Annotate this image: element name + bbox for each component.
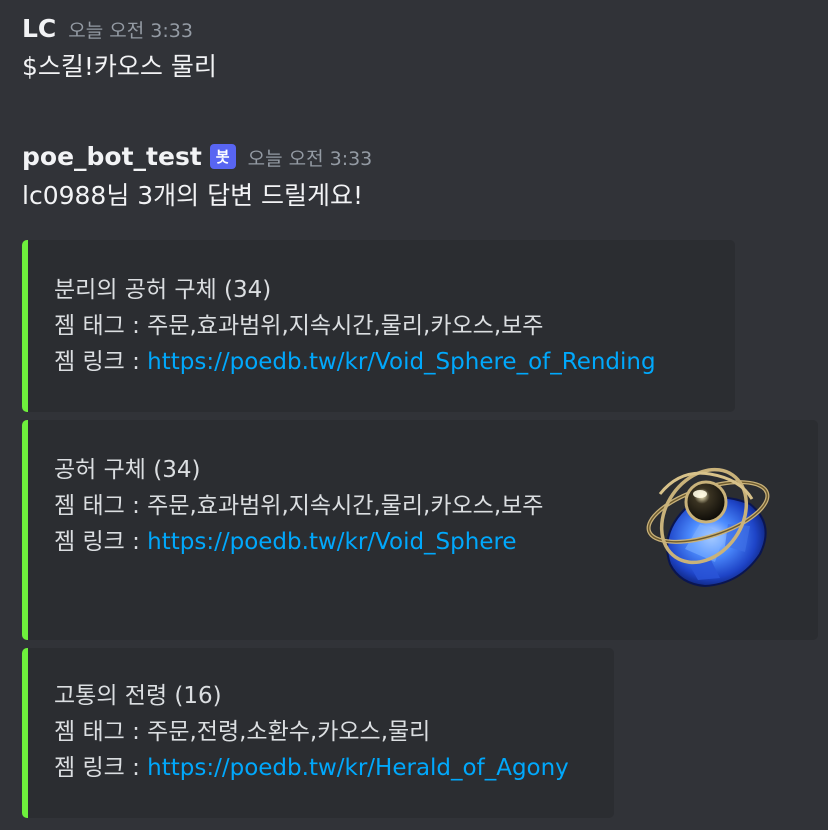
embed-link[interactable]: https://poedb.tw/kr/Void_Sphere_of_Rendi… <box>147 349 655 375</box>
embed-card: 분리의 공허 구체 (34) 젬 태그 : 주문,효과범위,지속시간,물리,카오… <box>22 240 735 412</box>
embed-link-label: 젬 링크 : <box>54 529 148 555</box>
embed-body: 공허 구체 (34) 젬 태그 : 주문,효과범위,지속시간,물리,카오스,보주… <box>54 452 543 560</box>
embed-link-line: 젬 링크 : https://poedb.tw/kr/Void_Sphere <box>54 524 543 560</box>
embed-tags: 주문,전령,소환수,카오스,물리 <box>147 719 431 745</box>
embed-body: 분리의 공허 구체 (34) 젬 태그 : 주문,효과범위,지속시간,물리,카오… <box>54 272 656 380</box>
bot-badge: 봇 <box>209 144 236 169</box>
embed-card: 공허 구체 (34) 젬 태그 : 주문,효과범위,지속시간,물리,카오스,보주… <box>22 420 818 640</box>
message-bot: poe_bot_test 봇 오늘 오전 3:33 lc0988님 3개의 답변… <box>22 142 372 212</box>
embed-tags-label: 젬 태그 : <box>54 719 148 745</box>
embed-body: 고통의 전령 (16) 젬 태그 : 주문,전령,소환수,카오스,물리 젬 링크… <box>54 678 569 786</box>
embed-title: 고통의 전령 (16) <box>54 683 222 709</box>
message-timestamp[interactable]: 오늘 오전 3:33 <box>248 144 373 171</box>
message-header: poe_bot_test 봇 오늘 오전 3:33 <box>22 142 372 172</box>
embed-title: 공허 구체 (34) <box>54 457 201 483</box>
embed-tags-line: 젬 태그 : 주문,효과범위,지속시간,물리,카오스,보주 <box>54 488 543 524</box>
embed-link[interactable]: https://poedb.tw/kr/Void_Sphere <box>147 529 516 555</box>
embed-card: 고통의 전령 (16) 젬 태그 : 주문,전령,소환수,카오스,물리 젬 링크… <box>22 648 614 818</box>
author-name[interactable]: LC <box>22 14 56 43</box>
embed-tags-label: 젬 태그 : <box>54 313 148 339</box>
message-timestamp[interactable]: 오늘 오전 3:33 <box>68 16 193 43</box>
embed-tags-line: 젬 태그 : 주문,전령,소환수,카오스,물리 <box>54 714 569 750</box>
embed-link-label: 젬 링크 : <box>54 755 148 781</box>
embed-tags-line: 젬 태그 : 주문,효과범위,지속시간,물리,카오스,보주 <box>54 308 656 344</box>
embed-tags: 주문,효과범위,지속시간,물리,카오스,보주 <box>147 313 544 339</box>
embed-link-line: 젬 링크 : https://poedb.tw/kr/Herald_of_Ago… <box>54 750 569 786</box>
message-text: $스킬!카오스 물리 <box>22 52 217 81</box>
embed-tags: 주문,효과범위,지속시간,물리,카오스,보주 <box>147 493 544 519</box>
message-header: LC 오늘 오전 3:33 <box>22 14 217 43</box>
void-sphere-gem-icon[interactable] <box>640 454 780 594</box>
embed-link-label: 젬 링크 : <box>54 349 148 375</box>
embed-link[interactable]: https://poedb.tw/kr/Herald_of_Agony <box>147 755 569 781</box>
author-name[interactable]: poe_bot_test <box>22 142 202 171</box>
embed-link-line: 젬 링크 : https://poedb.tw/kr/Void_Sphere_o… <box>54 344 656 380</box>
message-text: lc0988님 3개의 답변 드릴게요! <box>22 181 364 210</box>
embed-tags-label: 젬 태그 : <box>54 493 148 519</box>
message-user: LC 오늘 오전 3:33 $스킬!카오스 물리 <box>22 14 217 83</box>
embed-title: 분리의 공허 구체 (34) <box>54 277 272 303</box>
